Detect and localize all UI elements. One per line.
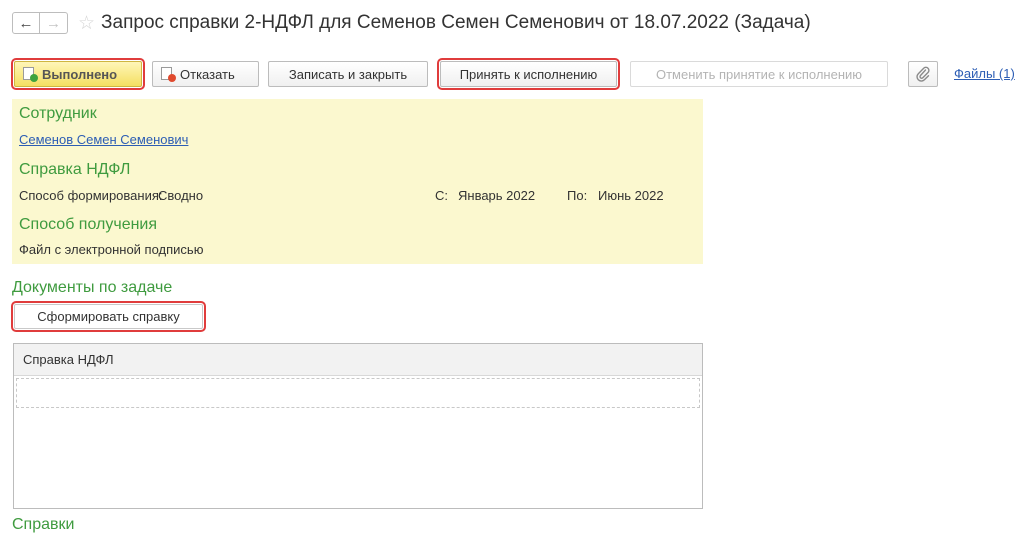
table-header: Справка НДФЛ bbox=[14, 344, 702, 376]
accept-for-execution-button[interactable]: Принять к исполнению bbox=[437, 58, 620, 90]
page-title: Запрос справки 2-НДФЛ для Семенов Семен … bbox=[101, 12, 811, 33]
info-panel: Сотрудник Семенов Семен Семенович Справк… bbox=[12, 99, 703, 264]
forward-button[interactable]: → bbox=[40, 12, 68, 34]
arrow-right-icon: → bbox=[46, 14, 61, 32]
back-button[interactable]: ← bbox=[12, 12, 40, 34]
paperclip-icon bbox=[916, 66, 930, 82]
command-bar: Выполнено Отказать Записать и закрыть Пр… bbox=[11, 58, 1016, 90]
documents-table[interactable]: Справка НДФЛ bbox=[13, 343, 703, 509]
method-label: Способ формирования: bbox=[19, 188, 163, 203]
generate-certificate-label: Сформировать справку bbox=[37, 309, 180, 324]
accept-label: Принять к исполнению bbox=[459, 66, 598, 82]
title-bar: ← → ☆ Запрос справки 2-НДФЛ для Семенов … bbox=[12, 8, 811, 38]
cancel-acceptance-button[interactable]: Отменить принятие к исполнению bbox=[630, 61, 888, 87]
table-row-empty[interactable] bbox=[16, 378, 700, 408]
ndfl-section-title: Справка НДФЛ bbox=[19, 161, 131, 178]
documents-section-title: Документы по задаче bbox=[12, 279, 173, 296]
refuse-button-label: Отказать bbox=[180, 66, 235, 82]
period-to-value[interactable]: Июнь 2022 bbox=[598, 188, 664, 203]
receipt-section-title: Способ получения bbox=[19, 216, 158, 233]
files-link[interactable]: Файлы (1) bbox=[954, 66, 1015, 81]
save-and-close-label: Записать и закрыть bbox=[288, 66, 408, 82]
cancel-acceptance-label: Отменить принятие к исполнению bbox=[655, 66, 863, 82]
column-header-ndfl[interactable]: Справка НДФЛ bbox=[23, 352, 114, 367]
employee-section-title: Сотрудник bbox=[19, 105, 97, 122]
period-from-label: С: bbox=[435, 188, 448, 203]
method-value[interactable]: Сводно bbox=[158, 188, 203, 203]
done-button[interactable]: Выполнено bbox=[11, 58, 145, 90]
star-icon[interactable]: ☆ bbox=[78, 14, 95, 33]
employee-link[interactable]: Семенов Семен Семенович bbox=[19, 132, 188, 147]
period-to-label: По: bbox=[567, 188, 588, 203]
attach-button[interactable] bbox=[908, 61, 938, 87]
generate-certificate-button[interactable]: Сформировать справку bbox=[11, 301, 206, 332]
save-and-close-button[interactable]: Записать и закрыть bbox=[268, 61, 428, 87]
arrow-left-icon: ← bbox=[18, 14, 34, 32]
receipt-method-value[interactable]: Файл с электронной подписью bbox=[19, 242, 203, 257]
period-from-value[interactable]: Январь 2022 bbox=[458, 188, 535, 203]
done-button-label: Выполнено bbox=[42, 66, 118, 82]
document-check-icon bbox=[23, 67, 38, 82]
refuse-button[interactable]: Отказать bbox=[152, 61, 259, 87]
document-cancel-icon bbox=[161, 67, 176, 82]
certificates-section-title: Справки bbox=[12, 516, 75, 533]
